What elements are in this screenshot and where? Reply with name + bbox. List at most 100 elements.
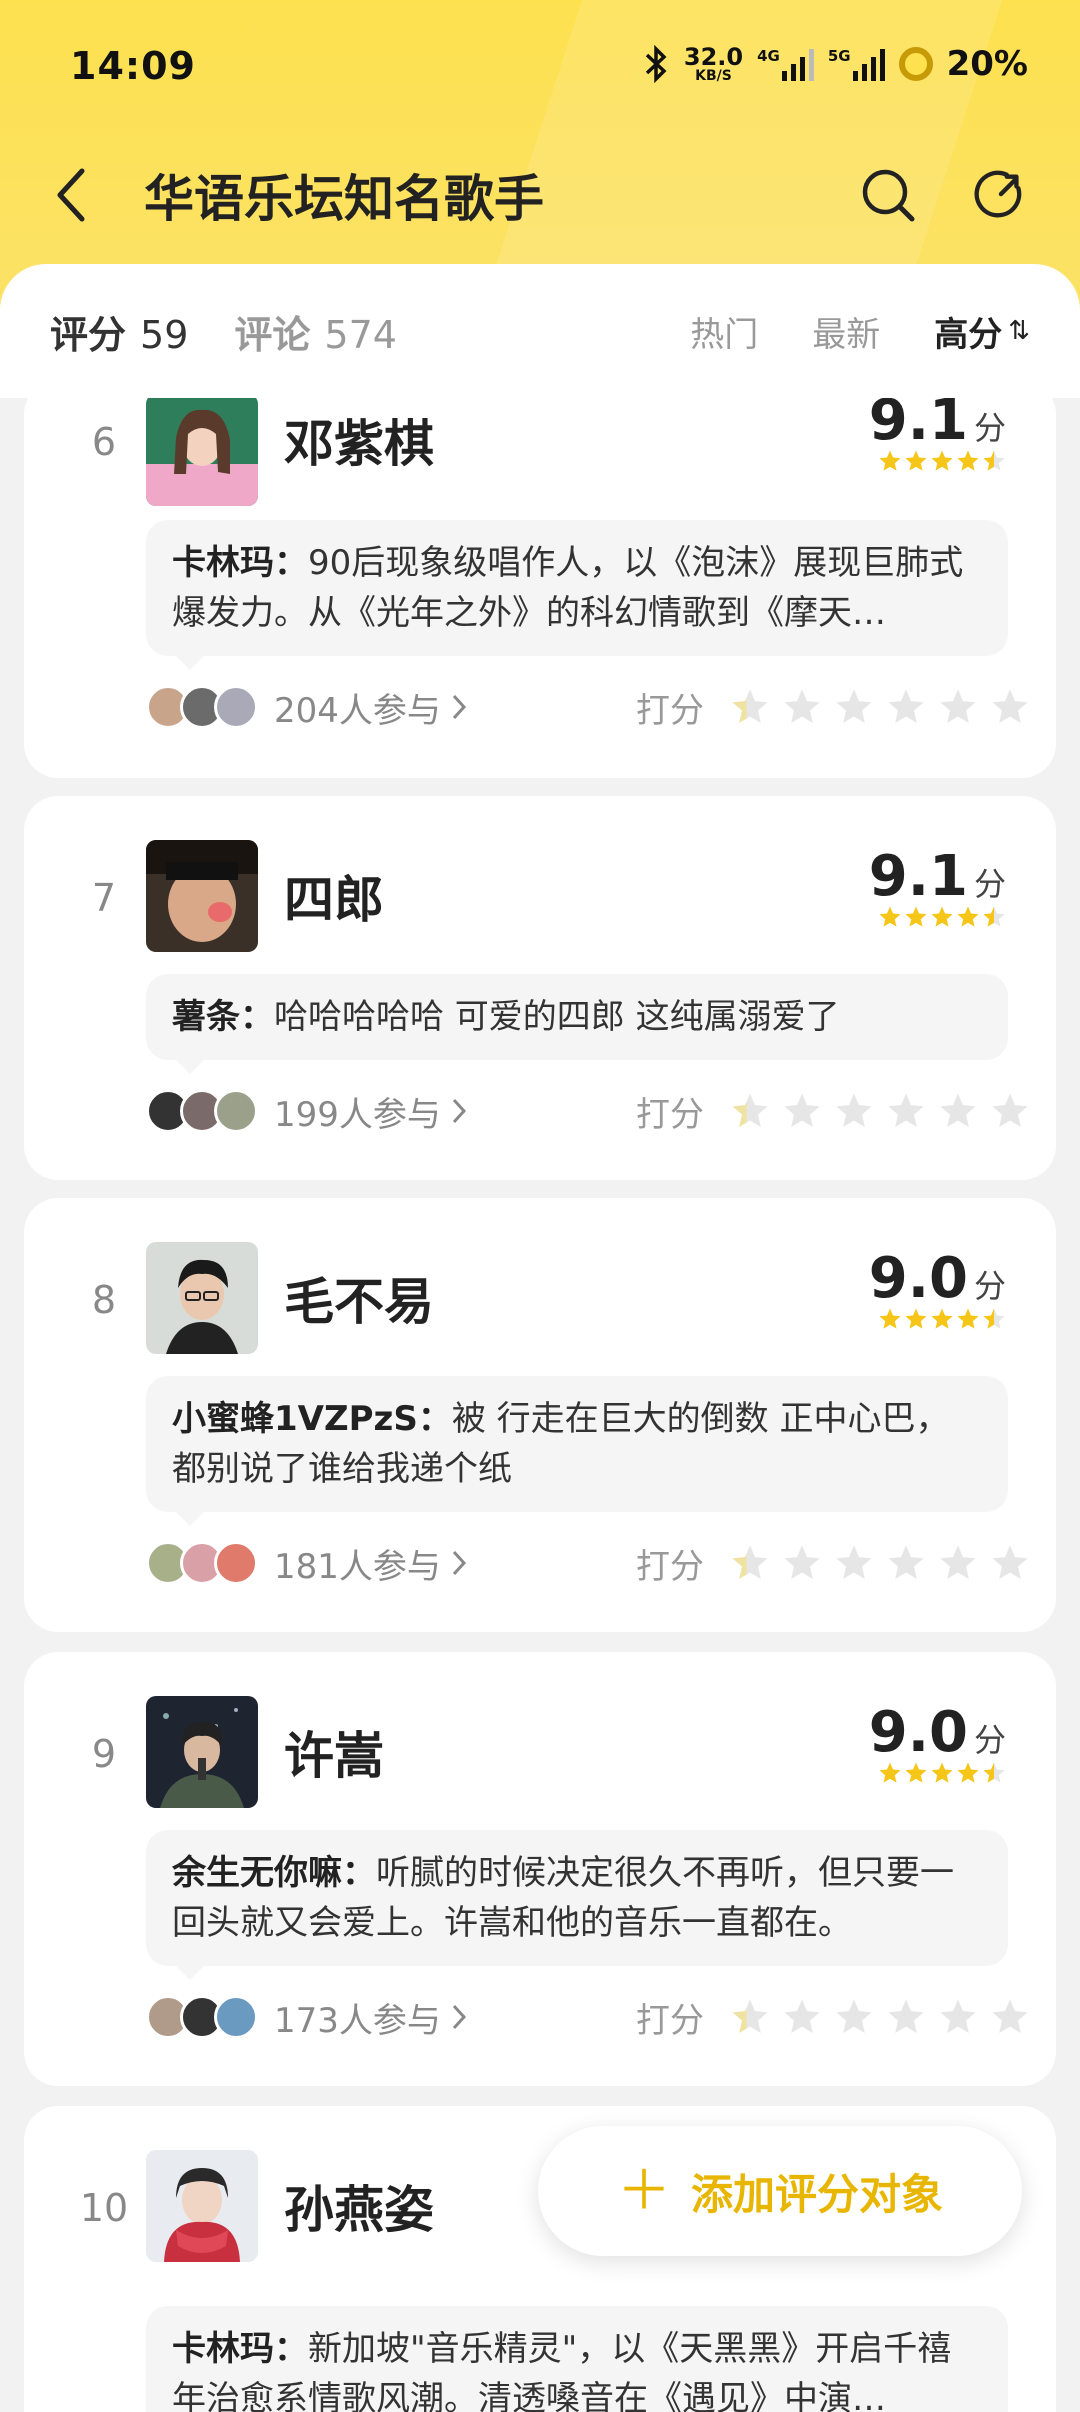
rate-star-icon[interactable]	[834, 687, 874, 727]
participant-avatars	[146, 1089, 258, 1133]
avatar	[146, 394, 258, 506]
score-box: 9.1 分	[869, 388, 1006, 473]
rate-star-icon[interactable]	[782, 687, 822, 727]
rate-star-icon[interactable]	[730, 1997, 770, 2037]
tab-comments-count: 574	[324, 312, 397, 357]
rate-star-icon[interactable]	[834, 1091, 874, 1131]
list-item[interactable]: 7 四郎 9.1 分 薯条：哈哈哈哈哈 可爱的四郎 这纯属溺爱了 199人参与 …	[24, 796, 1056, 1180]
participants-count: 204人参与	[274, 690, 441, 731]
rate-star-icon[interactable]	[730, 687, 770, 727]
star-icon	[983, 1762, 1005, 1783]
comment-text: 哈哈哈哈哈 可爱的四郎 这纯属溺爱了	[274, 997, 840, 1037]
rate-star-icon[interactable]	[938, 1997, 978, 2037]
share-icon	[974, 170, 1022, 218]
sort-newest[interactable]: 最新	[812, 307, 880, 356]
tab-comments[interactable]: 评论 574	[234, 304, 397, 359]
comment-author: 卡林玛：	[172, 2329, 308, 2369]
rate-star-icon[interactable]	[886, 1091, 926, 1131]
status-icons: 32.0 KB/S 4G 5G 20%	[644, 44, 1028, 84]
rate-stars[interactable]	[730, 1997, 1030, 2037]
rate-star-icon[interactable]	[834, 1543, 874, 1583]
rate-star-icon[interactable]	[886, 1997, 926, 2037]
rate-star-icon[interactable]	[834, 1997, 874, 2037]
rate-star-icon[interactable]	[990, 1997, 1030, 2037]
featured-comment[interactable]: 小蜜蜂1VZPzS：被 行走在巨大的倒数 正中心巴，都别说了谁给我递个纸	[146, 1376, 1008, 1526]
page-title: 华语乐坛知名歌手	[144, 170, 544, 228]
score-unit: 分	[973, 865, 1006, 903]
item-name: 四郎	[284, 871, 384, 929]
rate-star-icon[interactable]	[782, 1543, 822, 1583]
rate-star-icon[interactable]	[886, 687, 926, 727]
participant-avatar	[214, 685, 258, 729]
rate-star-icon[interactable]	[782, 1091, 822, 1131]
list-item[interactable]: 6 邓紫棋 9.1 分 卡林玛：90后现象级唱作人，以《泡沫》展现巨肺式爆发力。…	[24, 380, 1056, 778]
score-value: 9.1	[868, 844, 968, 909]
star-icon	[879, 450, 901, 471]
participants-link[interactable]: 204人参与	[274, 683, 467, 732]
featured-comment[interactable]: 余生无你嘛：听腻的时候决定很久不再听，但只要一回头就又会爱上。许嵩和他的音乐一直…	[146, 1830, 1008, 1980]
rate-label: 打分	[636, 1094, 704, 1135]
participant-avatars	[146, 1541, 258, 1585]
rate-stars[interactable]	[730, 1543, 1030, 1583]
score-box: 9.1 分	[869, 844, 1006, 929]
back-button[interactable]	[52, 165, 100, 225]
star-icon	[957, 1308, 979, 1329]
comment-author: 薯条：	[172, 997, 274, 1037]
network-type-1: 4G	[757, 47, 780, 65]
rank-number: 10	[79, 2186, 129, 2230]
rate-star-icon[interactable]	[938, 1091, 978, 1131]
add-rating-object-button[interactable]: ＋ 添加评分对象	[538, 2126, 1022, 2256]
rate-stars[interactable]	[730, 1091, 1030, 1131]
featured-comment[interactable]: 薯条：哈哈哈哈哈 可爱的四郎 这纯属溺爱了	[146, 974, 1008, 1074]
status-time: 14:09	[70, 44, 196, 88]
signal-5g-icon: 5G	[828, 47, 885, 81]
share-button[interactable]	[972, 167, 1028, 223]
rate-star-icon[interactable]	[782, 1997, 822, 2037]
rate-star-icon[interactable]	[886, 1543, 926, 1583]
status-bar: 14:09 32.0 KB/S 4G 5G 20%	[0, 0, 1080, 140]
star-icon	[905, 906, 927, 927]
rate-star-icon[interactable]	[730, 1091, 770, 1131]
featured-comment[interactable]: 卡林玛：90后现象级唱作人，以《泡沫》展现巨肺式爆发力。从《光年之外》的科幻情歌…	[146, 520, 1008, 670]
search-button[interactable]	[860, 167, 916, 223]
search-icon	[862, 169, 915, 222]
navigation-bar: 华语乐坛知名歌手	[0, 140, 1080, 250]
sort-hot[interactable]: 热门	[690, 307, 758, 356]
comment-author: 余生无你嘛：	[172, 1853, 376, 1893]
sort-arrows-icon: ⇅	[1008, 316, 1030, 346]
score-stars	[869, 905, 1006, 929]
item-name: 邓紫棋	[284, 415, 434, 473]
participants-link[interactable]: 199人参与	[274, 1087, 467, 1136]
score-value: 9.0	[868, 1700, 968, 1765]
participants-link[interactable]: 173人参与	[274, 1993, 467, 2042]
signal-4g-icon: 4G	[757, 47, 814, 81]
chevron-right-icon	[452, 1550, 466, 1576]
item-name: 毛不易	[284, 1273, 434, 1331]
score-unit: 分	[973, 409, 1006, 447]
rate-stars[interactable]	[730, 687, 1030, 727]
tab-rating[interactable]: 评分 59	[50, 304, 188, 359]
tabs-bar: 评分 59 评论 574 热门 最新 高分 ⇅	[0, 264, 1080, 398]
rate-label: 打分	[636, 690, 704, 731]
plus-icon: ＋	[616, 2159, 671, 2222]
tab-rating-label: 评分	[50, 312, 127, 357]
participant-avatars	[146, 685, 258, 729]
participant-avatar	[214, 1995, 258, 2039]
list-item[interactable]: 9 许嵩 9.0 分 余生无你嘛：听腻的时候决定很久不再听，但只要一回头就又会爱…	[24, 1652, 1056, 2086]
rate-star-icon[interactable]	[990, 1091, 1030, 1131]
featured-comment[interactable]: 卡林玛：新加坡"音乐精灵"，以《天黑黑》开启千禧年治愈系情歌风潮。清透嗓音在《遇…	[146, 2306, 1008, 2412]
item-footer: 181人参与 打分	[146, 1538, 1028, 1588]
sort-high-score[interactable]: 高分 ⇅	[934, 307, 1030, 356]
participants-link[interactable]: 181人参与	[274, 1539, 467, 1588]
rate-star-icon[interactable]	[990, 1543, 1030, 1583]
participant-avatars	[146, 1995, 258, 2039]
score-stars	[869, 449, 1006, 473]
battery-icon	[898, 47, 933, 81]
rate-star-icon[interactable]	[990, 687, 1030, 727]
star-icon	[905, 1308, 927, 1329]
rate-star-icon[interactable]	[938, 687, 978, 727]
rate-star-icon[interactable]	[938, 1543, 978, 1583]
item-name: 孙燕姿	[284, 2181, 434, 2239]
list-item[interactable]: 8 毛不易 9.0 分 小蜜蜂1VZPzS：被 行走在巨大的倒数 正中心巴，都别…	[24, 1198, 1056, 1632]
rate-star-icon[interactable]	[730, 1543, 770, 1583]
